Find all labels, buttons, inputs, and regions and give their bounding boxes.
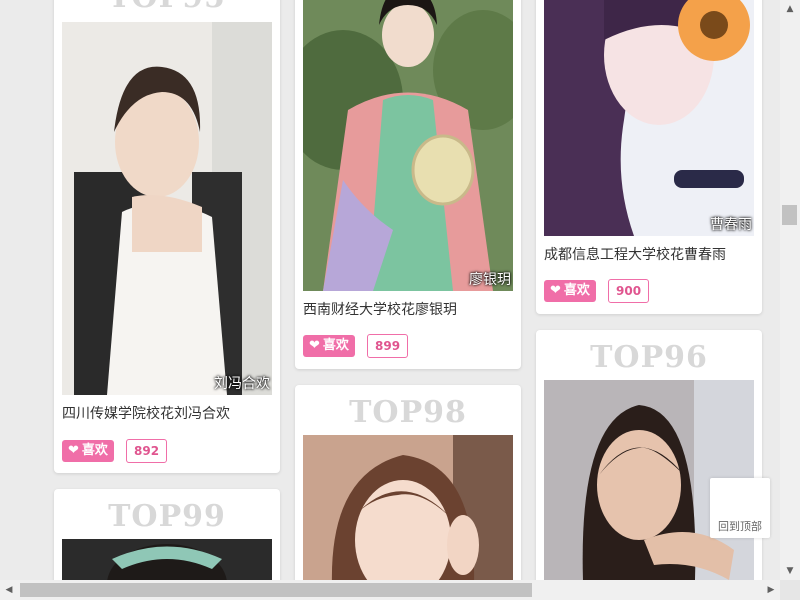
- card-photo[interactable]: 廖银玥: [303, 0, 513, 291]
- portrait-illustration: [544, 0, 754, 236]
- like-count: 900: [608, 279, 650, 303]
- rank-label: TOP99: [108, 499, 226, 534]
- card-title[interactable]: 四川传媒学院校花刘冯合欢: [62, 403, 230, 423]
- like-button[interactable]: ❤ 喜欢: [544, 280, 596, 302]
- gallery-page: TOP95 刘冯合欢 四川传媒学院校花刘冯合欢 ❤喜欢 892 TOP99: [0, 0, 780, 580]
- like-label: 喜欢: [81, 443, 108, 458]
- portrait-illustration: [303, 0, 513, 291]
- heart-icon: ❤: [68, 443, 79, 458]
- like-button[interactable]: ❤ 喜欢: [62, 440, 114, 462]
- back-to-top-label: 回到顶部: [718, 520, 762, 533]
- vertical-scroll-thumb[interactable]: [782, 205, 797, 225]
- gallery-card-top98[interactable]: TOP98: [295, 385, 521, 580]
- gallery-card-top99[interactable]: TOP99: [54, 489, 280, 580]
- scroll-up-arrow-icon[interactable]: ▲: [780, 0, 800, 18]
- gallery-card-top95[interactable]: TOP95 刘冯合欢 四川传媒学院校花刘冯合欢 ❤喜欢 892: [54, 0, 280, 473]
- portrait-illustration: [62, 539, 272, 580]
- like-label: 喜欢: [322, 338, 349, 353]
- like-count: 892: [126, 439, 168, 463]
- rank-label: TOP98: [349, 395, 467, 430]
- rank-label: TOP96: [590, 340, 708, 375]
- card-photo[interactable]: [62, 539, 272, 580]
- portrait-illustration: [62, 22, 272, 395]
- gallery-card-cao[interactable]: 曹春雨 成都信息工程大学校花曹春雨 ❤ 喜欢 900: [536, 0, 762, 314]
- like-label: 喜欢: [563, 283, 590, 298]
- portrait-illustration: [303, 435, 513, 580]
- rank-label: TOP95: [54, 0, 280, 15]
- scrollbar-corner: [780, 580, 800, 600]
- gallery-card-top96[interactable]: TOP96 粟畅: [536, 330, 762, 580]
- card-title[interactable]: 成都信息工程大学校花曹春雨: [544, 244, 726, 264]
- card-photo[interactable]: 刘冯合欢: [62, 22, 272, 395]
- photo-caption: 廖银玥: [469, 272, 511, 288]
- heart-icon: ❤: [309, 338, 320, 353]
- photo-caption: 刘冯合欢: [214, 376, 270, 392]
- horizontal-scroll-thumb[interactable]: [20, 583, 532, 597]
- back-to-top-button[interactable]: 回到顶部: [710, 478, 770, 538]
- like-button[interactable]: ❤ 喜欢: [303, 335, 355, 357]
- heart-icon: ❤: [550, 283, 561, 298]
- vertical-scrollbar[interactable]: ▲ ▼: [780, 0, 800, 580]
- like-count: 899: [367, 334, 409, 358]
- scroll-left-arrow-icon[interactable]: ◀: [0, 580, 18, 600]
- horizontal-scrollbar[interactable]: ◀ ▶: [0, 580, 780, 600]
- photo-caption: 曹春雨: [710, 217, 752, 233]
- card-title[interactable]: 西南财经大学校花廖银玥: [303, 299, 457, 319]
- scroll-right-arrow-icon[interactable]: ▶: [762, 580, 780, 600]
- card-photo[interactable]: [303, 435, 513, 580]
- card-photo[interactable]: 曹春雨: [544, 0, 754, 236]
- scroll-down-arrow-icon[interactable]: ▼: [780, 562, 800, 580]
- gallery-card-liao[interactable]: 廖银玥 西南财经大学校花廖银玥 ❤ 喜欢 899: [295, 0, 521, 369]
